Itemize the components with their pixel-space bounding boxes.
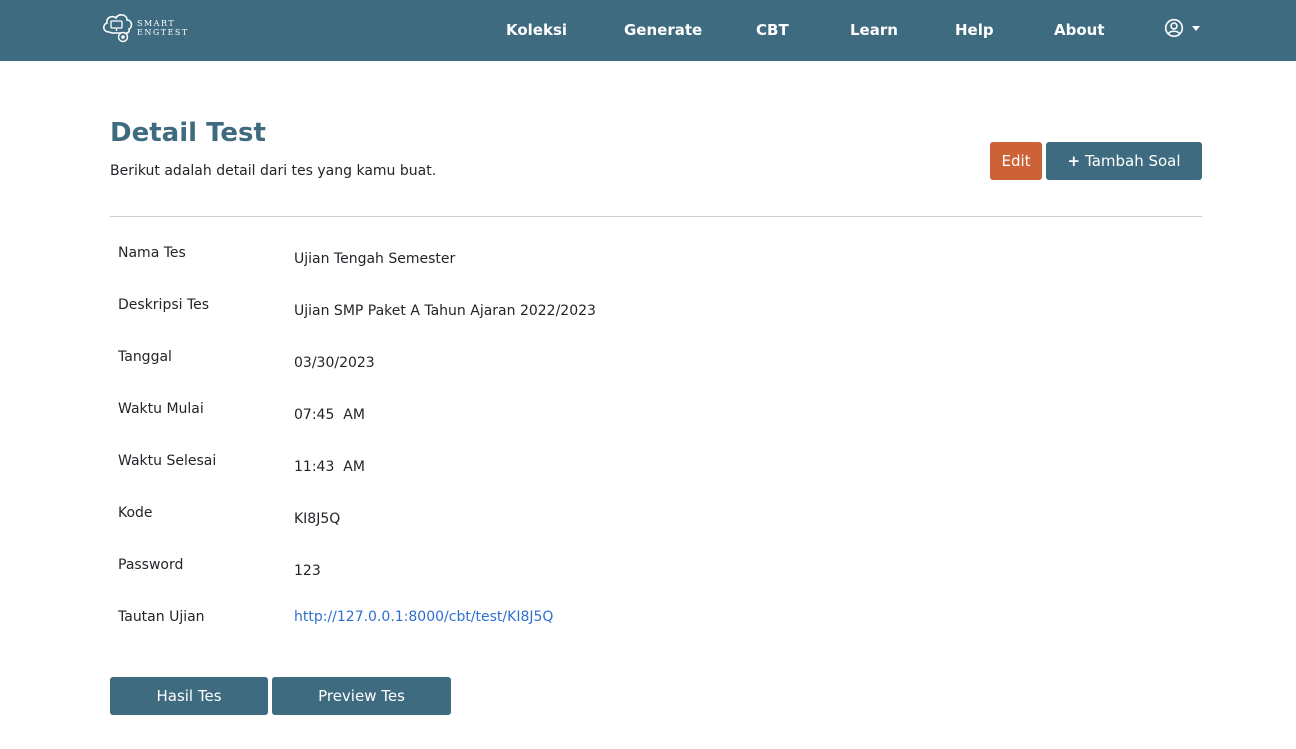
test-results-button[interactable]: Hasil Tes	[110, 677, 268, 715]
divider	[110, 216, 1202, 217]
exam-link[interactable]: http://127.0.0.1:8000/cbt/test/KI8J5Q	[294, 609, 553, 625]
user-circle-icon	[1164, 18, 1184, 38]
brand-line-2: ENGTEST	[137, 28, 189, 37]
brand-logo[interactable]: SMART ENGTEST	[100, 9, 189, 47]
detail-value-deskripsi: Ujian SMP Paket A Tahun Ajaran 2022/2023	[294, 303, 596, 319]
cloud-monitor-logo-icon	[103, 14, 133, 43]
add-question-label: Tambah Soal	[1085, 152, 1181, 170]
detail-value-nama-tes: Ujian Tengah Semester	[294, 251, 456, 267]
nav-help[interactable]: Help	[955, 19, 994, 41]
detail-value-tanggal: 03/30/2023	[294, 355, 375, 371]
nav-about[interactable]: About	[1054, 19, 1105, 41]
detail-label-kode: Kode	[118, 505, 153, 521]
detail-label-tanggal: Tanggal	[118, 349, 172, 365]
nav-cbt[interactable]: CBT	[756, 19, 789, 41]
edit-button[interactable]: Edit	[990, 142, 1042, 180]
page-title: Detail Test	[110, 118, 266, 148]
detail-value-waktu-selesai: 11:43 AM	[294, 459, 365, 475]
nav-learn[interactable]: Learn	[850, 19, 898, 41]
add-question-button[interactable]: + Tambah Soal	[1046, 142, 1202, 180]
detail-label-password: Password	[118, 557, 184, 573]
detail-label-tautan-ujian: Tautan Ujian	[118, 609, 205, 625]
brand-name: SMART ENGTEST	[137, 19, 189, 37]
detail-label-waktu-selesai: Waktu Selesai	[118, 453, 217, 469]
caret-down-icon	[1192, 25, 1200, 31]
detail-value-kode: KI8J5Q	[294, 511, 341, 527]
brand-line-1: SMART	[137, 19, 176, 28]
plus-icon: +	[1067, 152, 1081, 170]
top-navbar: SMART ENGTEST Koleksi Generate CBT Learn…	[0, 0, 1296, 61]
nav-generate[interactable]: Generate	[624, 19, 702, 41]
detail-label-deskripsi: Deskripsi Tes	[118, 297, 210, 313]
detail-label-nama-tes: Nama Tes	[118, 245, 186, 261]
page-subtitle: Berikut adalah detail dari tes yang kamu…	[110, 163, 437, 179]
preview-test-button[interactable]: Preview Tes	[272, 677, 451, 715]
detail-label-waktu-mulai: Waktu Mulai	[118, 401, 204, 417]
user-menu[interactable]	[1164, 16, 1200, 40]
detail-value-waktu-mulai: 07:45 AM	[294, 407, 365, 423]
nav-koleksi[interactable]: Koleksi	[506, 19, 567, 41]
detail-value-password: 123	[294, 563, 321, 579]
